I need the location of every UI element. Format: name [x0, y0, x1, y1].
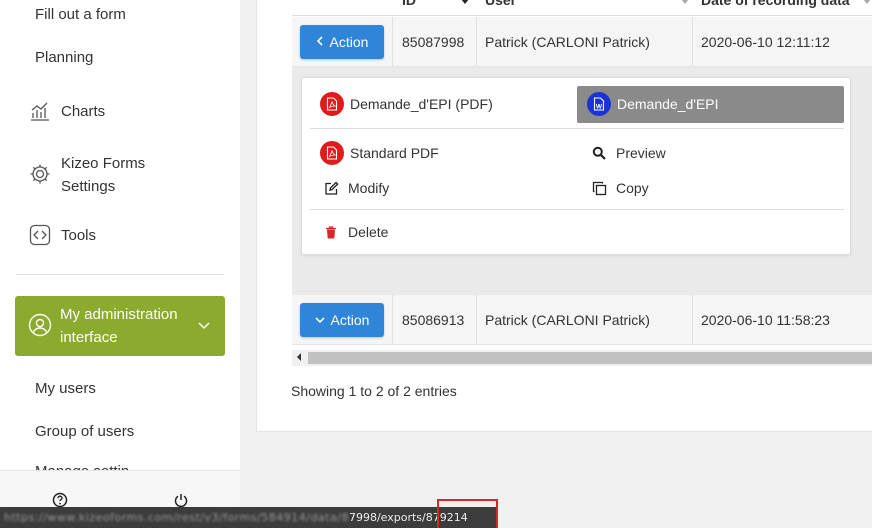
sidebar-item-planning[interactable]: Planning: [35, 49, 93, 66]
admin-label-line2: interface: [60, 329, 118, 346]
menu-item-label: Demande_d'EPI (PDF): [350, 96, 493, 112]
table-info: Showing 1 to 2 of 2 entries: [291, 383, 457, 399]
cell-separator: [476, 295, 477, 345]
admin-label: My administration interface: [60, 303, 178, 349]
sidebar-item-admin-interface[interactable]: My administration interface: [15, 296, 225, 356]
menu-item-label: Copy: [616, 180, 649, 196]
cell-separator: [476, 17, 477, 67]
chart-icon: [28, 99, 52, 123]
sort-desc-icon[interactable]: [460, 0, 470, 8]
sidebar-item-fill-out-form[interactable]: Fill out a form: [35, 6, 126, 23]
menu-item-label: Preview: [616, 145, 666, 161]
sidebar-item-group-of-users[interactable]: Group of users: [35, 423, 134, 440]
cell-date: 2020-06-10 12:11:12: [701, 34, 830, 50]
sidebar-item-charts[interactable]: Charts: [28, 99, 105, 123]
cell-id: 85086913: [402, 312, 465, 328]
sort-icon[interactable]: [680, 0, 690, 8]
action-button[interactable]: Action: [300, 303, 384, 337]
menu-item-label: Modify: [348, 180, 390, 196]
menu-item-label: Delete: [348, 224, 389, 240]
menu-item-standard-pdf[interactable]: Standard PDF: [320, 141, 439, 165]
scroll-left-icon[interactable]: [295, 352, 303, 365]
sidebar-item-my-users[interactable]: My users: [35, 380, 96, 397]
edit-icon: [322, 179, 340, 197]
word-file-icon: W: [587, 92, 611, 116]
sidebar-item-tools[interactable]: Tools: [28, 223, 96, 247]
action-label: Action: [329, 34, 369, 50]
admin-label-line1: My administration: [60, 306, 178, 323]
menu-item-delete[interactable]: Delete: [322, 223, 388, 241]
cell-separator: [692, 295, 693, 345]
user-circle-icon: [28, 313, 52, 340]
chevron-left-icon: [316, 35, 324, 49]
menu-divider: [310, 128, 844, 129]
cell-date: 2020-06-10 11:58:23: [701, 312, 830, 328]
highlight-box: [437, 499, 498, 528]
settings-label-line2: Settings: [61, 178, 116, 195]
cell-user: Patrick (CARLONI Patrick): [485, 34, 650, 50]
menu-divider: [310, 209, 844, 210]
table-row: Action 85087998 Patrick (CARLONI Patrick…: [292, 17, 872, 67]
header-id[interactable]: ID: [402, 0, 416, 8]
menu-item-copy[interactable]: Copy: [590, 179, 649, 197]
cell-separator: [692, 17, 693, 67]
cell-separator: [392, 17, 393, 67]
browser-status-bar: https://www.kizeoforms.com/rest/v3/forms…: [0, 507, 497, 528]
cell-separator: [392, 295, 393, 345]
table-row: Action 85086913 Patrick (CARLONI Patrick…: [292, 295, 872, 345]
header-user[interactable]: User: [485, 0, 516, 8]
sidebar-divider: [16, 274, 224, 275]
cell-id: 85087998: [402, 34, 465, 50]
action-button[interactable]: Action: [300, 25, 384, 59]
sidebar-item-settings[interactable]: Kizeo Forms Settings: [28, 152, 145, 198]
redacted-url: https://www.kizeoforms.com/rest/v3/forms…: [4, 511, 349, 524]
trash-icon: [322, 223, 340, 241]
sidebar-item-label: Tools: [61, 226, 97, 244]
menu-item-word-export[interactable]: W Demande_d'EPI: [587, 92, 719, 116]
svg-text:W: W: [596, 104, 603, 111]
copy-icon: [590, 179, 608, 197]
sort-icon[interactable]: [862, 0, 872, 8]
menu-item-modify[interactable]: Modify: [322, 179, 389, 197]
chevron-down-icon: [197, 318, 211, 335]
chevron-down-icon: [314, 313, 325, 327]
gear-icon: [28, 162, 52, 186]
action-menu: Demande_d'EPI (PDF) W Demande_d'EPI Stan…: [301, 77, 851, 255]
horizontal-scrollbar[interactable]: [292, 350, 872, 366]
header-date[interactable]: Date of recording data: [701, 0, 850, 8]
pdf-file-icon: [320, 92, 344, 116]
table-header: ID User Date of recording data: [292, 0, 872, 16]
url-path: 7998/exports/: [348, 511, 426, 524]
menu-item-label: Standard PDF: [350, 145, 439, 161]
search-icon: [590, 144, 608, 162]
menu-item-pdf-export[interactable]: Demande_d'EPI (PDF): [320, 92, 493, 116]
cell-user: Patrick (CARLONI Patrick): [485, 312, 650, 328]
pdf-file-icon: [320, 141, 344, 165]
settings-label-line1: Kizeo Forms: [61, 155, 146, 172]
action-label: Action: [330, 312, 370, 328]
sidebar-item-label: Kizeo Forms Settings: [61, 152, 145, 198]
menu-item-preview[interactable]: Preview: [590, 144, 666, 162]
sidebar-item-label: Charts: [61, 102, 106, 120]
menu-item-label: Demande_d'EPI: [617, 96, 719, 112]
sidebar: Fill out a form Planning Charts Kizeo Fo…: [0, 0, 240, 528]
code-icon: [28, 223, 52, 247]
scrollbar-thumb[interactable]: [308, 352, 872, 364]
